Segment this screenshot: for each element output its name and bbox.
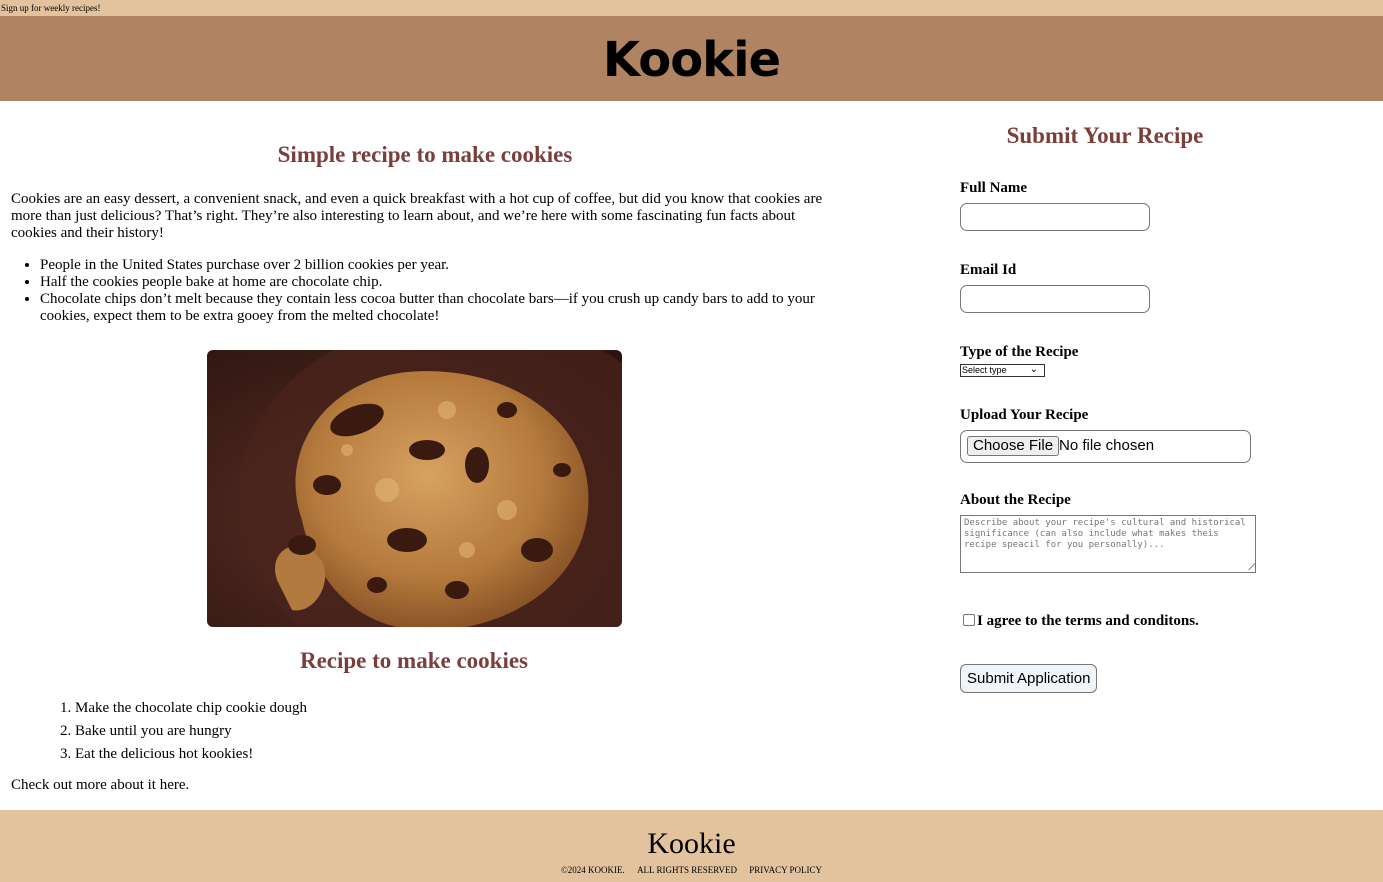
footer-logo[interactable]: Kookie xyxy=(0,827,1383,861)
signup-banner-text[interactable]: Sign up for weekly recipes! xyxy=(1,0,100,17)
submit-button[interactable]: Submit Application xyxy=(960,664,1098,693)
full-name-label: Full Name xyxy=(960,180,1028,196)
recipe-title: Recipe to make cookies xyxy=(299,648,529,673)
footer-links: ©2024 KOOKIE. ALL RIGHTS RESERVED PRIVAC… xyxy=(0,865,1383,876)
recipe-type-selected: Select type xyxy=(962,365,1007,375)
footer-rights: ALL RIGHTS RESERVED xyxy=(637,865,738,875)
chevron-down-icon: ⌄ xyxy=(1029,364,1038,375)
article-intro: Cookies are an easy dessert, a convenien… xyxy=(11,191,823,241)
privacy-policy-link[interactable]: PRIVACY POLICY xyxy=(749,865,822,875)
email-label: Email Id xyxy=(960,262,1017,278)
recipe-step: Make the chocolate chip cookie dough xyxy=(75,697,307,720)
recipe-step: Eat the delicious hot kookies! xyxy=(75,743,307,766)
footer-copyright: ©2024 KOOKIE. xyxy=(560,865,625,875)
more-info-link[interactable]: Check out more about it here. xyxy=(11,777,189,794)
resize-handle-icon[interactable] xyxy=(1240,562,1255,570)
recipe-steps: Make the chocolate chip cookie dough Bak… xyxy=(75,697,307,766)
choose-file-button[interactable]: Choose File xyxy=(967,436,1060,456)
form-title: Submit Your Recipe xyxy=(1006,123,1204,148)
fact-item: People in the United States purchase ove… xyxy=(40,257,830,274)
recipe-step: Bake until you are hungry xyxy=(75,720,307,743)
about-placeholder: Describe about your recipe's cultural an… xyxy=(964,518,1246,550)
email-input[interactable] xyxy=(960,285,1150,313)
terms-label[interactable]: I agree to the terms and conditons. xyxy=(977,613,1199,629)
fact-item: Chocolate chips don’t melt because they … xyxy=(40,291,830,325)
recipe-type-select[interactable]: Select type ⌄ xyxy=(960,364,1045,377)
upload-file-input[interactable]: Choose File No file chosen xyxy=(960,430,1251,463)
recipe-type-label: Type of the Recipe xyxy=(960,344,1079,360)
site-footer: Kookie ©2024 KOOKIE. ALL RIGHTS RESERVED… xyxy=(0,810,1383,882)
signup-banner[interactable]: Sign up for weekly recipes! xyxy=(0,0,1383,16)
full-name-input[interactable] xyxy=(960,203,1150,231)
about-textarea[interactable]: Describe about your recipe's cultural an… xyxy=(960,515,1256,573)
terms-checkbox[interactable] xyxy=(963,613,975,626)
article-title: Simple recipe to make cookies xyxy=(277,142,573,167)
site-logo[interactable]: Kookie xyxy=(0,30,1383,90)
site-header: Kookie xyxy=(0,16,1383,101)
upload-status: No file chosen xyxy=(1059,437,1155,454)
terms-agreement: I agree to the terms and conditons. xyxy=(963,613,1199,630)
facts-list: People in the United States purchase ove… xyxy=(40,257,830,325)
fact-item: Half the cookies people bake at home are… xyxy=(40,274,830,291)
upload-label: Upload Your Recipe xyxy=(960,407,1089,423)
cookie-image xyxy=(207,350,622,627)
about-label: About the Recipe xyxy=(960,492,1071,508)
